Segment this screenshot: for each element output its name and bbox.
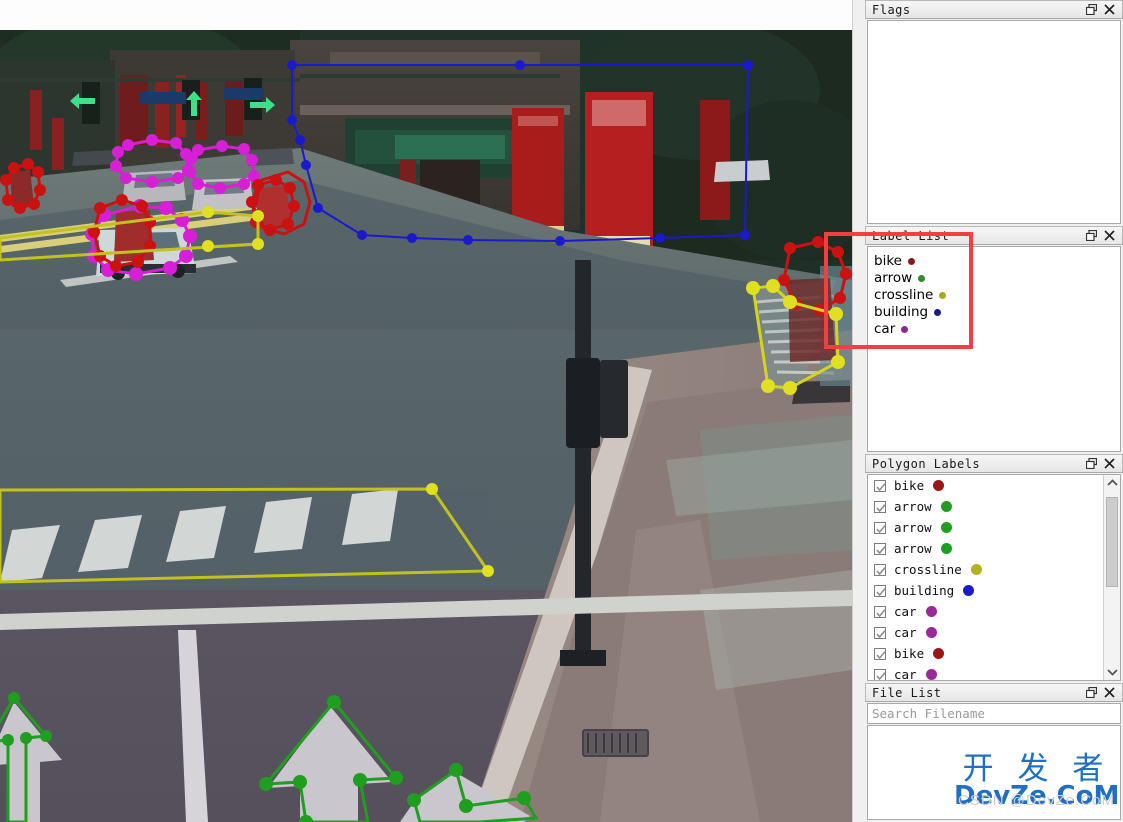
polygon-labels-title-label: Polygon Labels — [872, 456, 981, 471]
canvas-top-padding — [0, 0, 852, 30]
label-color-dot — [901, 326, 909, 333]
search-input[interactable] — [868, 704, 1120, 723]
polygon-label-text: car — [894, 604, 917, 619]
label-list-title-label: Label List — [872, 228, 950, 243]
polygon-label-color-dot — [925, 606, 937, 617]
label-list-item[interactable]: crossline — [874, 287, 1120, 304]
annotated-image[interactable] — [0, 30, 852, 822]
label-list-item-label: arrow — [874, 270, 913, 286]
polygon-label-text: car — [894, 667, 917, 680]
polygon-label-row[interactable]: crossline — [868, 559, 1103, 580]
label-color-dot — [934, 309, 942, 316]
polygon-label-row[interactable]: bike — [868, 643, 1103, 664]
polygon-label-color-dot — [933, 480, 945, 491]
polygon-label-checkbox[interactable] — [874, 563, 886, 576]
file-search-row[interactable] — [867, 703, 1121, 724]
label-list-panel-title: Label List — [865, 226, 1123, 245]
file-list-title-label: File List — [872, 685, 942, 700]
scene-svg — [0, 30, 852, 822]
file-list-panel-title: File List — [865, 683, 1123, 702]
polygon-label-text: bike — [894, 478, 925, 493]
float-icon[interactable] — [1085, 3, 1098, 16]
label-list-item[interactable]: bike — [874, 253, 1120, 270]
label-list-item[interactable]: arrow — [874, 270, 1120, 287]
polygon-label-checkbox[interactable] — [874, 479, 886, 492]
file-list-body[interactable] — [867, 725, 1121, 820]
polygon-label-text: arrow — [894, 520, 932, 535]
polygon-labels-panel-title: Polygon Labels — [865, 454, 1123, 473]
polygon-label-color-dot — [940, 522, 952, 533]
polygon-label-text: bike — [894, 646, 925, 661]
polygon-label-checkbox[interactable] — [874, 668, 886, 680]
flags-panel: Flags — [865, 0, 1123, 226]
polygon-label-color-dot — [933, 648, 945, 659]
scrollbar-thumb[interactable] — [1106, 497, 1118, 587]
polygon-label-row[interactable]: arrow — [868, 538, 1103, 559]
polygon-labels-list[interactable]: bike arrow arrow arrow crossline building car c… — [868, 475, 1103, 680]
polygon-label-row[interactable]: car — [868, 622, 1103, 643]
polygon-label-row[interactable]: building — [868, 580, 1103, 601]
flags-panel-title: Flags — [865, 0, 1123, 19]
polygon-label-checkbox[interactable] — [874, 605, 886, 618]
float-icon[interactable] — [1085, 686, 1098, 699]
polygon-label-text: arrow — [894, 541, 932, 556]
image-canvas-area[interactable] — [0, 0, 865, 822]
float-icon[interactable] — [1085, 229, 1098, 242]
polygon-label-color-dot — [963, 585, 975, 596]
polygon-label-row[interactable]: car — [868, 601, 1103, 622]
vertical-splitter[interactable] — [852, 0, 865, 822]
polygon-label-checkbox[interactable] — [874, 647, 886, 660]
polygon-label-row[interactable]: bike — [868, 475, 1103, 496]
flags-title-label: Flags — [872, 2, 911, 17]
polygon-label-checkbox[interactable] — [874, 521, 886, 534]
polygon-label-row[interactable]: arrow — [868, 496, 1103, 517]
label-color-dot — [918, 275, 926, 282]
polygon-label-text: car — [894, 625, 917, 640]
polygon-label-checkbox[interactable] — [874, 626, 886, 639]
polygon-label-text: crossline — [894, 562, 962, 577]
right-dock: Flags Label List bike arrow crossline bu… — [865, 0, 1123, 822]
polygon-label-color-dot — [925, 669, 937, 680]
polygon-labels-panel: Polygon Labels bike arrow arrow arrow cr… — [865, 454, 1123, 683]
label-list-item-label: crossline — [874, 287, 934, 303]
polygon-label-row[interactable]: arrow — [868, 517, 1103, 538]
polygon-labels-body[interactable]: bike arrow arrow arrow crossline building car c… — [867, 474, 1121, 681]
polygon-label-color-dot — [925, 627, 937, 638]
polygon-label-row[interactable]: car — [868, 664, 1103, 680]
float-icon[interactable] — [1085, 457, 1098, 470]
close-icon[interactable] — [1104, 230, 1115, 241]
chevron-down-icon[interactable] — [1104, 664, 1120, 680]
file-list-panel: File List — [865, 683, 1123, 822]
polygon-label-text: building — [894, 583, 955, 598]
polygon-label-checkbox[interactable] — [874, 542, 886, 555]
flags-list[interactable] — [867, 20, 1121, 224]
label-list-body[interactable]: bike arrow crossline building car — [867, 246, 1121, 452]
polygon-label-text: arrow — [894, 499, 932, 514]
polygon-label-color-dot — [940, 501, 952, 512]
close-icon[interactable] — [1104, 687, 1115, 698]
polygon-label-checkbox[interactable] — [874, 500, 886, 513]
polygon-labels-scrollbar[interactable] — [1103, 475, 1120, 680]
label-list-item-label: building — [874, 304, 929, 320]
close-icon[interactable] — [1104, 458, 1115, 469]
label-list-item-label: car — [874, 321, 896, 337]
label-list-panel: Label List bike arrow crossline building… — [865, 226, 1123, 454]
label-color-dot — [939, 292, 947, 299]
polygon-label-checkbox[interactable] — [874, 584, 886, 597]
polygon-label-color-dot — [940, 543, 952, 554]
polygon-label-color-dot — [970, 564, 982, 575]
label-list-item-label: bike — [874, 253, 902, 269]
close-icon[interactable] — [1104, 4, 1115, 15]
label-list-item[interactable]: car — [874, 321, 1120, 338]
label-color-dot — [907, 258, 915, 265]
label-list-item[interactable]: building — [874, 304, 1120, 321]
chevron-up-icon[interactable] — [1104, 475, 1120, 491]
